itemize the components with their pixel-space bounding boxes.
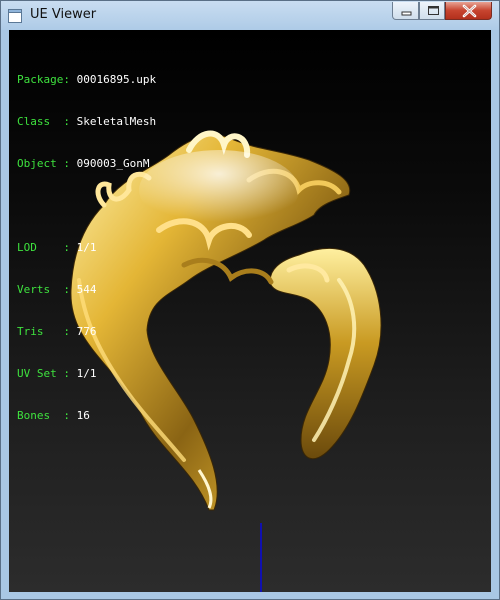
info-row-tris: Tris : 776 xyxy=(17,325,156,339)
viewer-window: UE Viewer Package: 00016895.upk Class: … xyxy=(0,0,500,600)
info-row-bones: Bones : 16 xyxy=(17,409,156,423)
minimize-button[interactable] xyxy=(392,2,419,20)
info-label: UV Set : xyxy=(17,367,70,380)
info-row-object: Object : 090003_GonM xyxy=(17,157,156,171)
app-window-icon xyxy=(8,8,22,23)
info-label: Tris : xyxy=(17,325,70,338)
info-value: 1/1 xyxy=(76,367,97,380)
info-row-uvset: UV Set : 1/1 xyxy=(17,367,156,381)
info-value: SkeletalMesh xyxy=(76,115,157,128)
minimize-icon xyxy=(401,11,412,16)
window-title: UE Viewer xyxy=(30,7,97,22)
close-icon xyxy=(462,4,477,18)
info-value: 090003_GonM xyxy=(76,157,150,170)
info-row-class: Class : SkeletalMesh xyxy=(17,115,156,129)
info-value: 776 xyxy=(76,325,97,338)
mesh-info-overlay: Package: 00016895.upk Class : SkeletalMe… xyxy=(17,45,156,451)
vertical-axis-line xyxy=(260,523,262,592)
title-bar[interactable]: UE Viewer xyxy=(1,1,499,30)
info-value: 16 xyxy=(76,409,90,422)
info-row-package: Package: 00016895.upk xyxy=(17,73,156,87)
info-label: Package: xyxy=(17,73,70,86)
info-label: Bones : xyxy=(17,409,70,422)
maximize-icon xyxy=(428,6,439,15)
maximize-button[interactable] xyxy=(419,2,445,20)
info-label: LOD : xyxy=(17,241,70,254)
info-value: 1/1 xyxy=(76,241,97,254)
info-label: Class : xyxy=(17,115,70,128)
close-button[interactable] xyxy=(445,2,492,20)
info-value: 00016895.upk xyxy=(76,73,157,86)
info-label: Verts : xyxy=(17,283,70,296)
mesh-viewport[interactable]: Package: 00016895.upk Class : SkeletalMe… xyxy=(9,30,491,592)
info-value: 544 xyxy=(76,283,97,296)
info-row-verts: Verts : 544 xyxy=(17,283,156,297)
info-label: Object : xyxy=(17,157,70,170)
info-row-lod: LOD : 1/1 xyxy=(17,241,156,255)
